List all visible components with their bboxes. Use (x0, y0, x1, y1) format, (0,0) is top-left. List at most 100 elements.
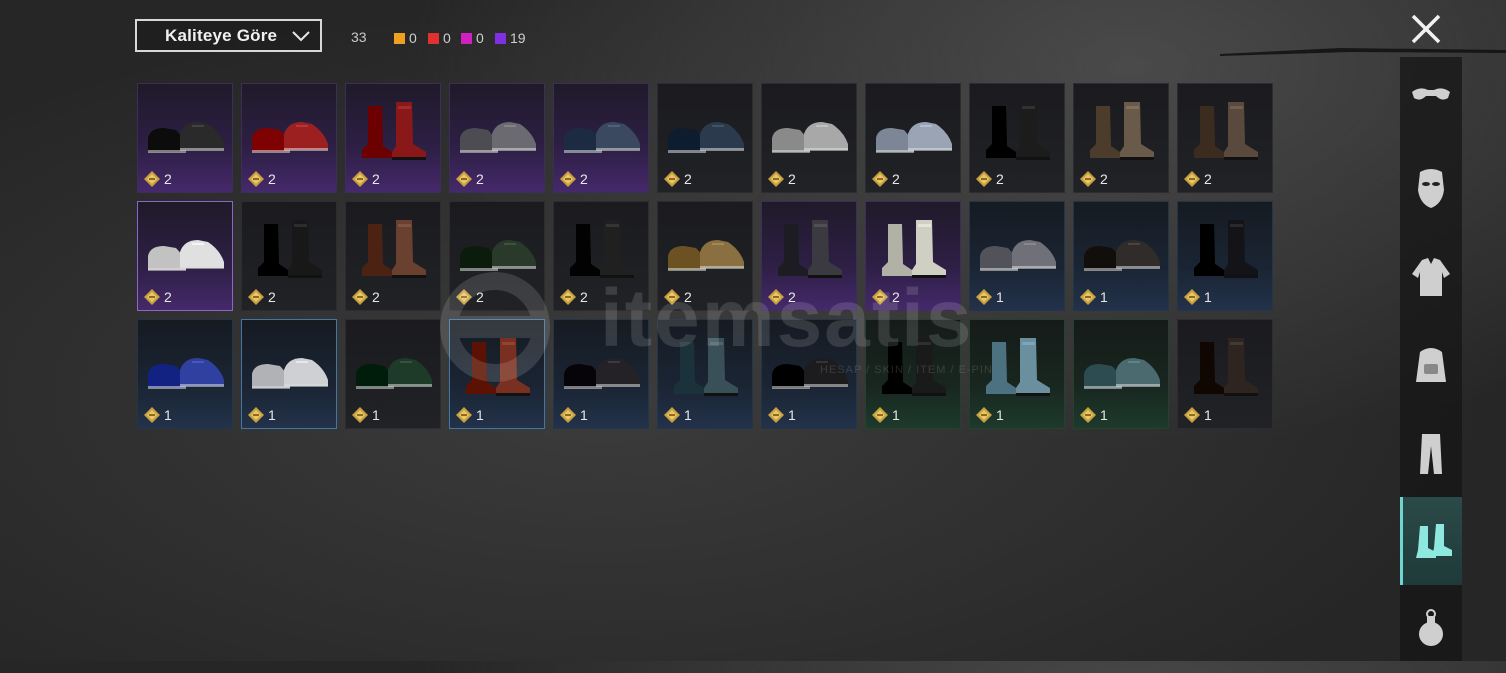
inventory-item-tile[interactable]: 1 (1177, 319, 1273, 429)
item-count: 2 (372, 171, 380, 187)
coupon-diamond-icon (1184, 171, 1200, 187)
item-count: 2 (476, 289, 484, 305)
inventory-item-tile[interactable]: 2 (449, 201, 545, 311)
item-count-badge: 1 (247, 406, 276, 424)
dark-loafers-icon (564, 358, 640, 389)
category-tab-shoes[interactable] (1400, 497, 1462, 585)
item-count: 2 (788, 289, 796, 305)
inventory-item-tile[interactable]: 1 (969, 319, 1065, 429)
light-blue-boots-icon (986, 338, 1050, 396)
item-count: 1 (1100, 289, 1108, 305)
coupon-diamond-icon (976, 289, 992, 305)
item-count-badge: 2 (1183, 170, 1212, 188)
inventory-item-tile[interactable]: 1 (137, 319, 233, 429)
item-count-badge: 2 (663, 170, 692, 188)
coupon-diamond-icon (352, 407, 368, 423)
category-tab-backpack[interactable] (1400, 321, 1462, 409)
grenade-icon (1419, 609, 1443, 646)
inventory-item-tile[interactable]: 2 (657, 201, 753, 311)
item-count-badge: 1 (143, 406, 172, 424)
coupon-diamond-icon (664, 171, 680, 187)
coupon-diamond-icon (352, 289, 368, 305)
inventory-item-tile[interactable]: 2 (865, 201, 961, 311)
inventory-item-tile[interactable]: 2 (1073, 83, 1169, 193)
coupon-diamond-icon (560, 407, 576, 423)
coupon-diamond-icon (1080, 171, 1096, 187)
coupon-diamond-icon (768, 171, 784, 187)
item-count-badge: 2 (559, 288, 588, 306)
inventory-item-tile[interactable]: 1 (449, 319, 545, 429)
inventory-item-tile[interactable]: 2 (449, 83, 545, 193)
inventory-item-tile[interactable]: 2 (241, 201, 337, 311)
item-count-badge: 1 (1079, 288, 1108, 306)
item-count: 1 (372, 407, 380, 423)
inventory-item-tile[interactable]: 1 (553, 319, 649, 429)
brown-lace-boots-icon (1090, 102, 1154, 160)
item-count: 1 (1100, 407, 1108, 423)
item-count: 1 (580, 407, 588, 423)
inventory-item-tile[interactable]: 1 (241, 319, 337, 429)
close-button[interactable] (1410, 13, 1442, 45)
inventory-item-tile[interactable]: 2 (137, 201, 233, 311)
inventory-item-tile[interactable]: 1 (761, 319, 857, 429)
category-tab-jacket[interactable] (1400, 233, 1462, 321)
inventory-item-tile[interactable]: 1 (969, 201, 1065, 311)
inventory-item-tile[interactable]: 1 (1177, 201, 1273, 311)
inventory-item-tile[interactable]: 2 (137, 83, 233, 193)
inventory-item-tile[interactable]: 1 (865, 319, 961, 429)
category-tab-mask[interactable] (1400, 145, 1462, 233)
coupon-diamond-icon (976, 407, 992, 423)
inventory-item-tile[interactable]: 2 (969, 83, 1065, 193)
dark-loafers-icon (1084, 240, 1160, 271)
inventory-item-tile[interactable]: 2 (345, 201, 441, 311)
inventory-item-tile[interactable]: 1 (1073, 319, 1169, 429)
item-count-badge: 2 (247, 170, 276, 188)
brown-cuff-boots-icon (1194, 102, 1258, 160)
coupon-diamond-icon (1080, 407, 1096, 423)
quality-swatch (394, 32, 405, 44)
item-count: 2 (684, 289, 692, 305)
item-count: 2 (268, 289, 276, 305)
inventory-item-tile[interactable]: 2 (761, 83, 857, 193)
item-count: 2 (788, 171, 796, 187)
inventory-item-tile[interactable]: 2 (865, 83, 961, 193)
coupon-diamond-icon (248, 289, 264, 305)
inventory-item-tile[interactable]: 2 (345, 83, 441, 193)
coupon-diamond-icon (352, 171, 368, 187)
inventory-item-tile[interactable]: 2 (553, 201, 649, 311)
item-count-badge: 2 (351, 170, 380, 188)
item-count-badge: 1 (663, 406, 692, 424)
inventory-item-tile[interactable]: 1 (1073, 201, 1169, 311)
item-count: 2 (1100, 171, 1108, 187)
quality-count-purple: 19 (495, 30, 526, 46)
flip-flops-icon (668, 122, 744, 153)
category-tab-glasses[interactable] (1400, 57, 1462, 145)
category-tab-grenade[interactable] (1400, 585, 1462, 673)
item-count-badge: 2 (767, 170, 796, 188)
category-tab-pants[interactable] (1400, 409, 1462, 497)
blue-velcro-shoes-icon (148, 358, 224, 389)
teal-boots-icon (674, 338, 738, 396)
sort-dropdown[interactable]: Kaliteye Göre (135, 19, 322, 52)
inventory-item-tile[interactable]: 2 (241, 83, 337, 193)
coupon-diamond-icon (144, 407, 160, 423)
category-sidebar (1400, 57, 1462, 661)
grey-ankle-boots-icon (778, 220, 842, 278)
coupon-diamond-icon (248, 171, 264, 187)
inventory-item-tile[interactable]: 2 (553, 83, 649, 193)
inventory-item-tile[interactable]: 1 (345, 319, 441, 429)
coupon-diamond-icon (872, 407, 888, 423)
close-icon (1411, 14, 1441, 44)
item-count-badge: 1 (975, 288, 1004, 306)
black-green-sneakers-icon (460, 240, 536, 271)
item-count: 1 (996, 289, 1004, 305)
item-count: 1 (164, 407, 172, 423)
inventory-item-tile[interactable]: 2 (657, 83, 753, 193)
black-tall-boots-icon (1194, 220, 1258, 278)
inventory-item-tile[interactable]: 1 (657, 319, 753, 429)
quality-swatch (461, 32, 472, 44)
shoes-icon (1415, 524, 1452, 558)
inventory-item-tile[interactable]: 2 (761, 201, 857, 311)
item-count: 2 (268, 171, 276, 187)
inventory-item-tile[interactable]: 2 (1177, 83, 1273, 193)
